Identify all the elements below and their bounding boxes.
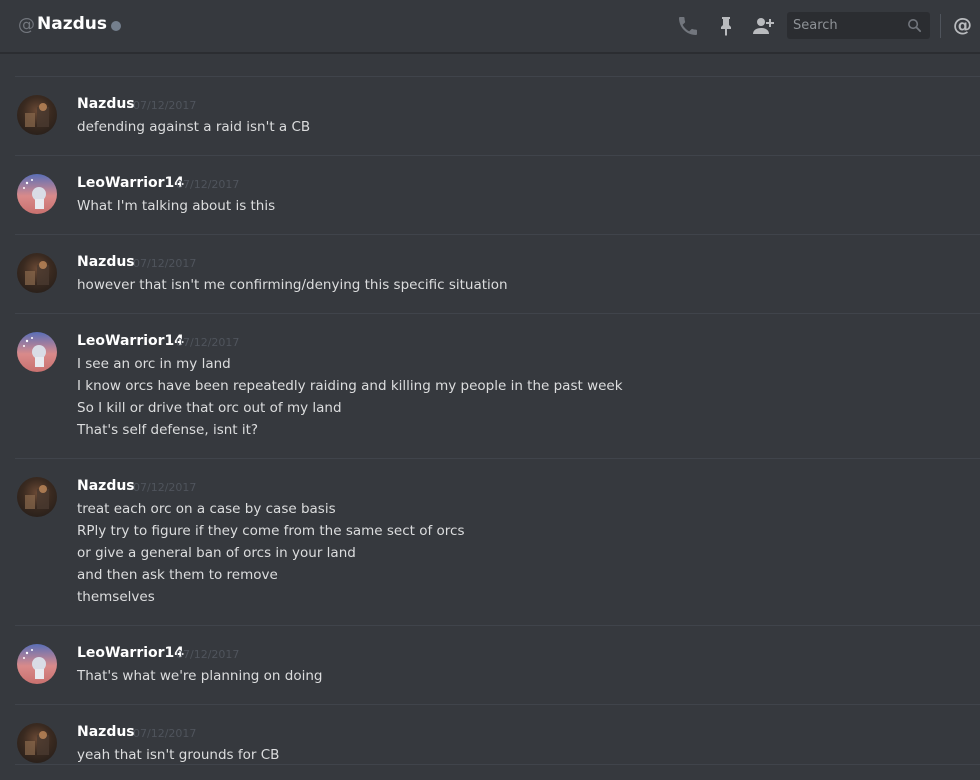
avatar-leowarrior14[interactable] [17, 644, 57, 684]
message-timestamp: 07/12/2017 [176, 336, 240, 349]
message-line: I know orcs have been repeatedly raiding… [77, 378, 623, 394]
message-divider [15, 764, 980, 765]
dm-username[interactable]: Nazdus [37, 14, 107, 34]
header-divider [940, 14, 941, 38]
message-line: treat each orc on a case by case basis [77, 501, 336, 517]
message-timestamp: 07/12/2017 [133, 257, 197, 270]
avatar-leowarrior14[interactable] [17, 332, 57, 372]
add-friend-icon[interactable] [751, 14, 775, 38]
message-author[interactable]: Nazdus [77, 724, 135, 740]
avatar-nazdus[interactable] [17, 253, 57, 293]
avatar-nazdus[interactable] [17, 723, 57, 763]
avatar-nazdus[interactable] [17, 95, 57, 135]
search-icon [908, 19, 922, 33]
message-divider [15, 625, 980, 626]
message-divider [15, 704, 980, 705]
search-input[interactable] [787, 12, 897, 39]
message-divider [15, 313, 980, 314]
message-line: That's self defense, isnt it? [77, 422, 259, 438]
message-timestamp: 07/12/2017 [176, 178, 240, 191]
message-author[interactable]: Nazdus [77, 96, 135, 112]
message-divider [15, 155, 980, 156]
status-offline-indicator [111, 21, 121, 31]
message-line: themselves [77, 589, 155, 605]
message-author[interactable]: Nazdus [77, 478, 135, 494]
message-line: What I'm talking about is this [77, 198, 276, 214]
message-divider [15, 76, 980, 77]
message-author[interactable]: LeoWarrior14 [77, 645, 184, 661]
message-line: and then ask them to remove [77, 567, 278, 583]
dm-window: @ Nazdus @ [0, 0, 980, 780]
message-author[interactable]: Nazdus [77, 254, 135, 270]
message-divider [15, 458, 980, 459]
message-line: yeah that isn't grounds for CB [77, 747, 280, 763]
mention-icon[interactable]: @ [953, 14, 972, 36]
message-author[interactable]: LeoWarrior14 [77, 175, 184, 191]
avatar-leowarrior14[interactable] [17, 174, 57, 214]
message-line: So I kill or drive that orc out of my la… [77, 400, 342, 416]
avatar-nazdus[interactable] [17, 477, 57, 517]
message-line: That's what we're planning on doing [77, 668, 323, 684]
message-line: I see an orc in my land [77, 356, 231, 372]
message-timestamp: 07/12/2017 [133, 727, 197, 740]
message-divider [15, 234, 980, 235]
message-line: or give a general ban of orcs in your la… [77, 545, 356, 561]
at-symbol: @ [18, 15, 35, 35]
message-timestamp: 07/12/2017 [133, 99, 197, 112]
channel-header: @ Nazdus @ [0, 0, 980, 53]
message-line: however that isn't me confirming/denying… [77, 277, 508, 293]
message-timestamp: 07/12/2017 [133, 481, 197, 494]
phone-icon[interactable] [676, 14, 700, 38]
pin-icon[interactable] [714, 14, 738, 38]
message-list[interactable]: Nazdus 07/12/2017 defending against a ra… [0, 53, 980, 780]
message-author[interactable]: LeoWarrior14 [77, 333, 184, 349]
message-timestamp: 07/12/2017 [176, 648, 240, 661]
message-line: defending against a raid isn't a CB [77, 119, 311, 135]
search-bar[interactable] [787, 12, 930, 39]
message-line: RPly try to figure if they come from the… [77, 523, 465, 539]
